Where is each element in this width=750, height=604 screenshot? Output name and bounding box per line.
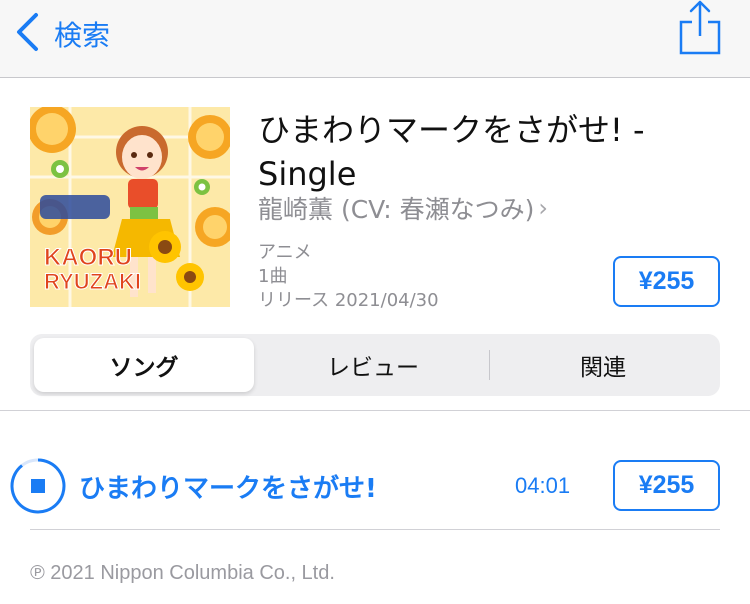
album-artwork[interactable]: KAORU RYUZAKI [30,107,230,307]
track-divider [30,529,720,530]
chevron-left-icon [14,12,40,56]
segmented-control: ソング レビュー 関連 [30,334,720,396]
navigation-bar: 検索 [0,0,750,78]
track-count-label: 1曲 [258,266,288,287]
release-date-label: リリース 2021/04/30 [258,290,439,311]
tab-songs[interactable]: ソング [34,338,254,392]
artwork-name-line-1: KAORU [44,244,132,271]
genre-label: アニメ [258,242,312,263]
back-button[interactable]: 検索 [14,12,110,56]
artwork-name-line-2: RYUZAKI [44,269,141,294]
artist-name: 龍崎薫 (CV: 春瀬なつみ) [258,195,535,224]
back-label: 検索 [54,19,111,52]
track-duration: 04:01 [515,473,571,498]
share-button[interactable] [678,0,722,56]
share-icon [678,0,722,60]
stop-icon [10,458,66,518]
tab-related[interactable]: 関連 [490,338,716,392]
chevron-right-icon: › [538,194,548,222]
tab-reviews[interactable]: レビュー [260,338,486,392]
divider [0,410,750,411]
stop-preview-button[interactable] [10,458,66,514]
artist-link[interactable]: 龍崎薫 (CV: 春瀬なつみ) › [258,190,548,226]
copyright-text: ℗ 2021 Nippon Columbia Co., Ltd. [30,562,335,584]
track-price-button[interactable]: ¥255 [613,460,720,511]
track-title[interactable]: ひまわりマークをさがせ! [79,468,377,505]
album-title: ひまわりマークをさがせ! - Single [258,111,645,193]
album-price-button[interactable]: ¥255 [613,256,720,307]
